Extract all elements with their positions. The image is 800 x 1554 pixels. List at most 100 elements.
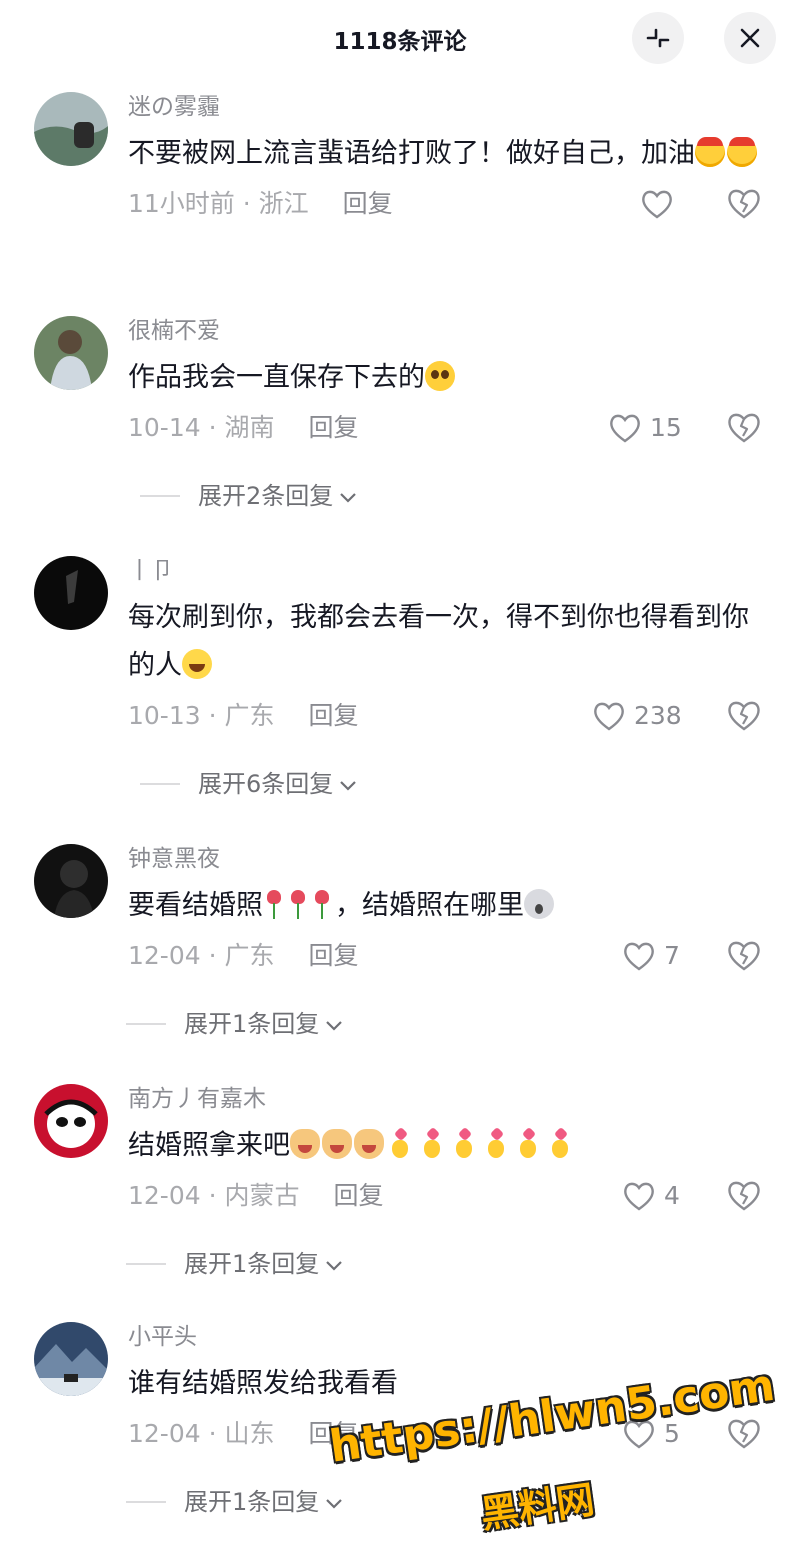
reply-button[interactable]: 回复	[309, 701, 359, 730]
heart-icon	[610, 414, 640, 443]
dislike-button[interactable]	[726, 186, 762, 222]
like-button[interactable]: 4	[622, 1178, 680, 1214]
collapse-button[interactable]	[632, 12, 684, 64]
expand-replies-button[interactable]: 展开6条回复	[140, 766, 357, 802]
like-button[interactable]: 5	[622, 1416, 680, 1452]
rose-emoji-icon	[287, 889, 309, 919]
comment-region: 湖南	[224, 413, 275, 442]
dog-emoji-icon	[322, 1129, 352, 1159]
heart-icon	[624, 1182, 654, 1211]
username[interactable]: 钟意黑夜	[128, 844, 768, 874]
avatar[interactable]	[34, 1084, 108, 1158]
comment-meta: 10-13 · 广东 回复 238	[128, 698, 768, 734]
chevron-down-icon	[325, 1006, 343, 1042]
avatar[interactable]	[34, 844, 108, 918]
broken-heart-icon	[728, 1419, 760, 1449]
avatar[interactable]	[34, 92, 108, 166]
broken-heart-icon	[728, 701, 760, 731]
dog-emoji-icon	[290, 1129, 320, 1159]
comment-meta: 10-14 · 湖南 回复 15	[128, 410, 768, 446]
comment-region: 广东	[224, 701, 275, 730]
reply-button[interactable]: 回复	[309, 1419, 359, 1448]
angry-emoji-icon	[695, 137, 725, 167]
like-count: 4	[664, 1181, 680, 1210]
rose-emoji-icon	[311, 889, 333, 919]
shocked-emoji-icon	[524, 889, 554, 919]
username[interactable]: 南方丿有嘉木	[128, 1084, 768, 1114]
like-button[interactable]: 7	[622, 938, 680, 974]
finger-heart-emoji-icon	[386, 1129, 416, 1159]
comment-meta: 12-04 · 内蒙古 回复 4	[128, 1178, 768, 1214]
shy-emoji-icon	[425, 361, 455, 391]
expand-replies-button[interactable]: 展开1条回复	[126, 1484, 343, 1520]
comment-meta: 12-04 · 广东 回复 7	[128, 938, 768, 974]
reply-button[interactable]: 回复	[309, 413, 359, 442]
expand-replies-button[interactable]: 展开1条回复	[126, 1246, 343, 1282]
chevron-down-icon	[339, 478, 357, 514]
heart-icon	[624, 942, 654, 971]
comment-meta: 11小时前 · 浙江 回复	[128, 186, 768, 222]
broken-heart-icon	[728, 941, 760, 971]
avatar[interactable]	[34, 1322, 108, 1396]
finger-heart-emoji-icon	[546, 1129, 576, 1159]
avatar[interactable]	[34, 556, 108, 630]
finger-heart-emoji-icon	[514, 1129, 544, 1159]
divider	[126, 1023, 166, 1025]
comment-time: 11小时前	[128, 189, 235, 218]
close-button[interactable]	[724, 12, 776, 64]
heart-icon	[594, 702, 624, 731]
divider	[126, 1501, 166, 1503]
like-count: 238	[634, 701, 682, 730]
divider	[126, 1263, 166, 1265]
comment-time: 12-04	[128, 1181, 201, 1210]
broken-heart-icon	[728, 1181, 760, 1211]
comment-time: 12-04	[128, 1419, 201, 1448]
dislike-button[interactable]	[726, 410, 762, 446]
rose-emoji-icon	[263, 889, 285, 919]
expand-replies-button[interactable]: 展开2条回复	[140, 478, 357, 514]
reply-button[interactable]: 回复	[334, 1181, 384, 1210]
chevron-down-icon	[339, 766, 357, 802]
username[interactable]: 丨卩	[128, 556, 768, 586]
like-button[interactable]: 15	[608, 410, 682, 446]
grin-emoji-icon	[182, 649, 212, 679]
dislike-button[interactable]	[726, 698, 762, 734]
finger-heart-emoji-icon	[482, 1129, 512, 1159]
divider	[140, 783, 180, 785]
comment-region: 内蒙古	[224, 1181, 300, 1210]
close-icon	[740, 28, 760, 48]
reply-button[interactable]: 回复	[309, 941, 359, 970]
expand-replies-button[interactable]: 展开1条回复	[126, 1006, 343, 1042]
chevron-down-icon	[325, 1484, 343, 1520]
heart-icon	[624, 1420, 654, 1449]
username[interactable]: 迷の雾霾	[128, 92, 768, 122]
collapse-icon	[646, 28, 670, 48]
like-count: 5	[664, 1419, 680, 1448]
avatar[interactable]	[34, 316, 108, 390]
like-count: 7	[664, 941, 680, 970]
comments-header: 1118条评论	[0, 0, 800, 78]
username[interactable]: 小平头	[128, 1322, 768, 1352]
angry-emoji-icon	[727, 137, 757, 167]
like-button[interactable]	[640, 186, 682, 222]
comment-text: 谁有结婚照发给我看看	[128, 1368, 398, 1399]
comment-region: 浙江	[258, 189, 309, 218]
finger-heart-emoji-icon	[450, 1129, 480, 1159]
comment-meta: 12-04 · 山东 回复 5	[128, 1416, 768, 1452]
comment-text: 要看结婚照 ，结婚照在哪里	[128, 882, 768, 930]
dislike-button[interactable]	[726, 938, 762, 974]
dislike-button[interactable]	[726, 1416, 762, 1452]
comment-text: 结婚照拿来吧	[128, 1122, 768, 1170]
chevron-down-icon	[325, 1246, 343, 1282]
dislike-button[interactable]	[726, 1178, 762, 1214]
reply-button[interactable]: 回复	[343, 189, 393, 218]
comment-text: 作品我会一直保存下去的	[128, 354, 768, 402]
broken-heart-icon	[728, 413, 760, 443]
comment-time: 10-14	[128, 413, 201, 442]
watermark-name: 黑料网	[477, 1477, 598, 1537]
divider	[140, 495, 180, 497]
username[interactable]: 很楠不爱	[128, 316, 768, 346]
like-button[interactable]: 238	[592, 698, 682, 734]
comment-region: 广东	[224, 941, 275, 970]
comment-time: 10-13	[128, 701, 201, 730]
